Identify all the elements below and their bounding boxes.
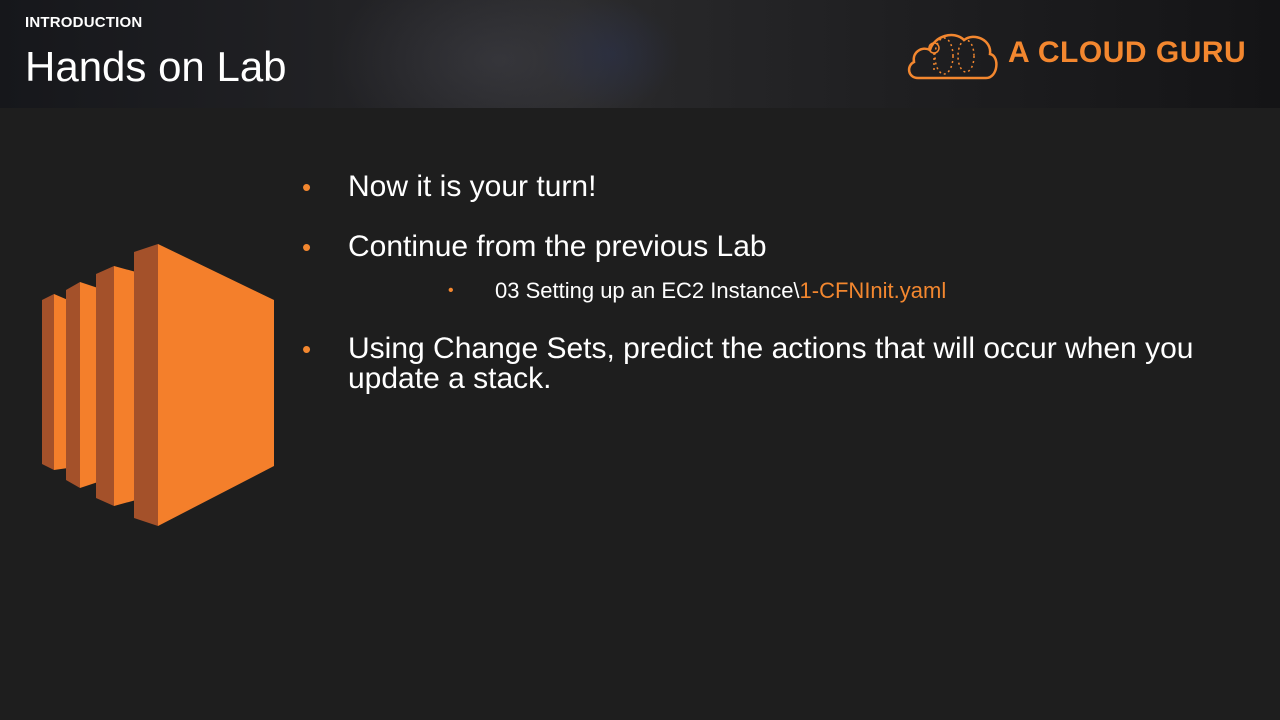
bullet-list: • Now it is your turn! • Continue from t… bbox=[300, 172, 1250, 424]
bullet-text: Continue from the previous Lab bbox=[348, 230, 767, 263]
bullet-item: • Using Change Sets, predict the actions… bbox=[300, 334, 1250, 394]
sub-bullet-prefix: 03 Setting up an EC2 Instance\ bbox=[495, 278, 800, 303]
sub-bullet-filename: 1-CFNInit.yaml bbox=[799, 278, 947, 303]
bullet-dot-icon: • bbox=[302, 232, 312, 262]
bullet-dot-icon: • bbox=[302, 172, 312, 202]
cloud-logo-icon bbox=[907, 33, 998, 80]
bullet-item: • Now it is your turn! bbox=[300, 170, 1250, 203]
bullet-text: Now it is your turn! bbox=[348, 170, 597, 203]
header-background-blur-blue bbox=[540, 0, 680, 108]
sub-bullet-item: • 03 Setting up an EC2 Instance\1-CFNIni… bbox=[300, 278, 1250, 304]
ec2-instance-icon bbox=[40, 244, 280, 533]
slide-header: INTRODUCTION Hands on Lab A CLOUD GURU bbox=[0, 0, 1280, 108]
bullet-text: Using Change Sets, predict the actions t… bbox=[348, 332, 1194, 395]
bullet-dot-icon: • bbox=[448, 282, 454, 299]
brand-logo-text: A CLOUD GURU bbox=[1008, 36, 1247, 69]
bullet-dot-icon: • bbox=[302, 334, 312, 364]
section-label: INTRODUCTION bbox=[25, 14, 143, 31]
brand-logo: A CLOUD GURU bbox=[904, 26, 1247, 82]
page-title: Hands on Lab bbox=[25, 43, 287, 90]
bullet-item: • Continue from the previous Lab bbox=[300, 230, 1250, 263]
